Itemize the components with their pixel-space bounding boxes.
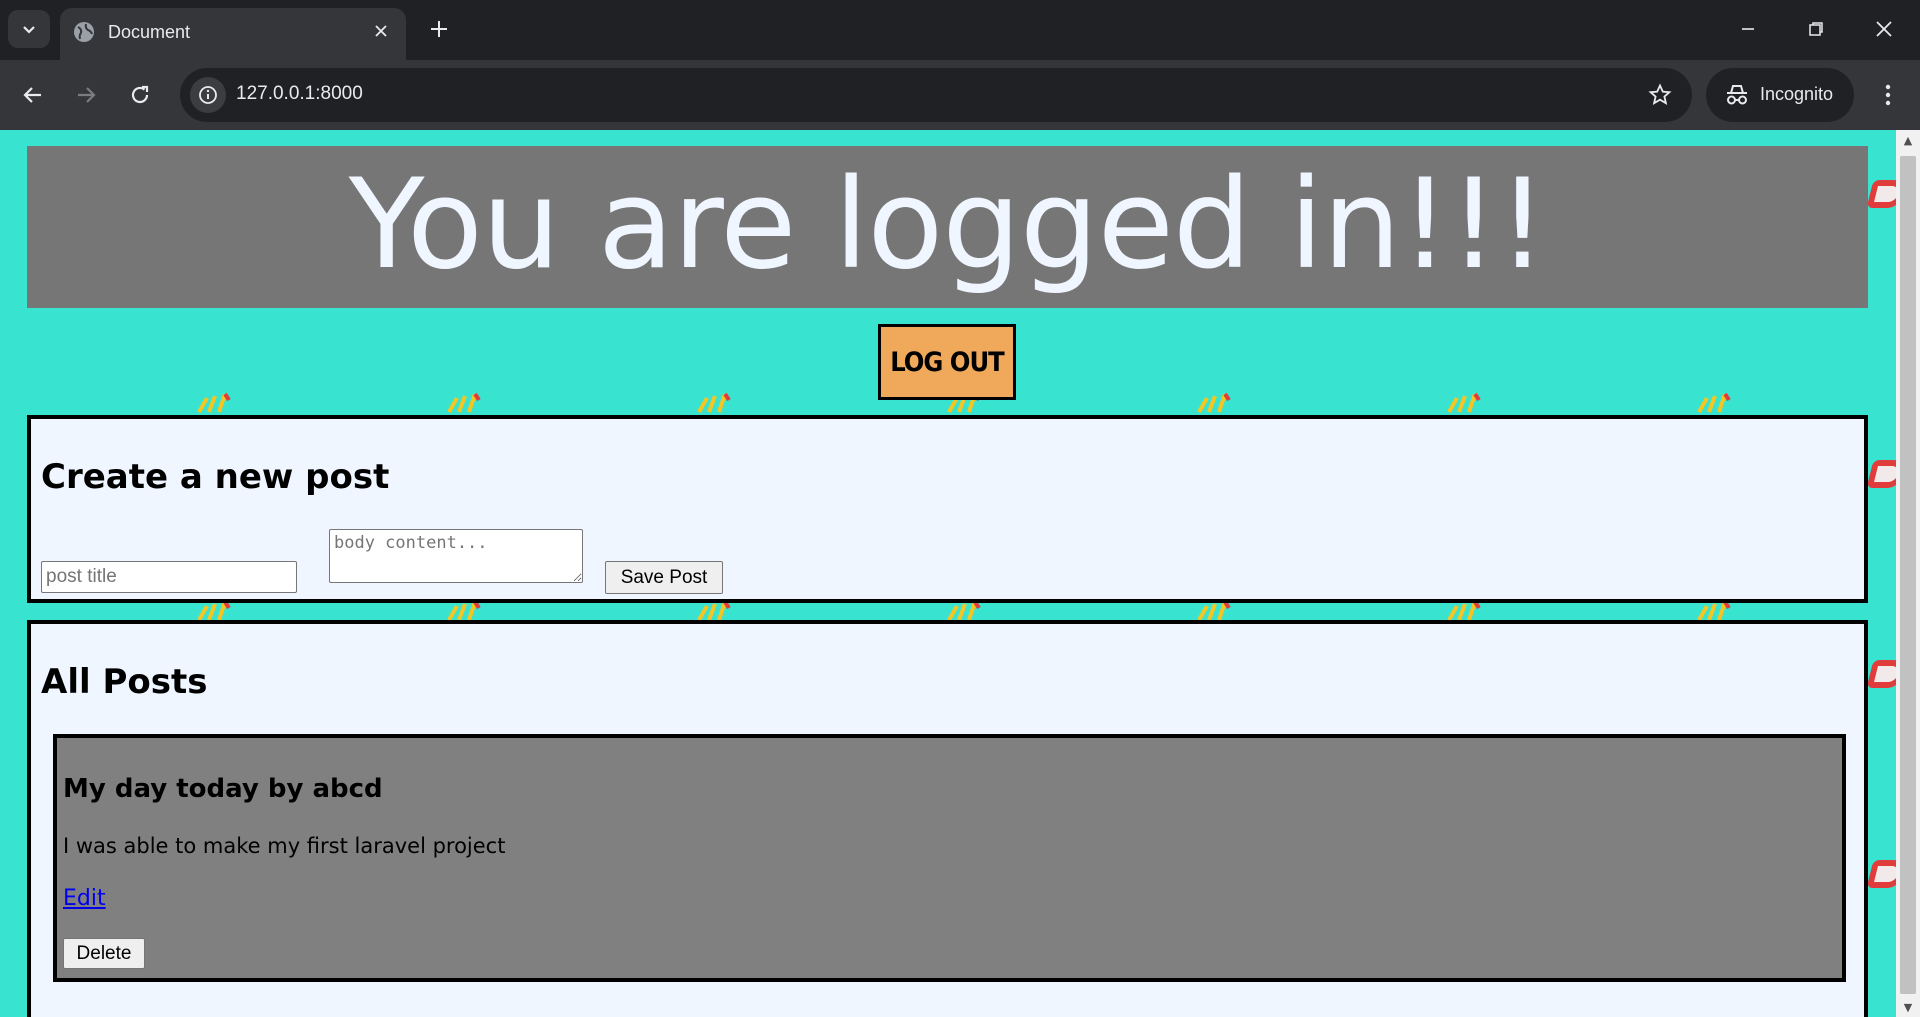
decor-sticker-yellow bbox=[697, 392, 731, 413]
decor-sticker-yellow bbox=[1197, 600, 1231, 621]
decor-sticker-red bbox=[1866, 660, 1896, 688]
decor-sticker-yellow bbox=[1697, 392, 1731, 413]
incognito-icon bbox=[1727, 85, 1747, 105]
incognito-label: Incognito bbox=[1760, 84, 1834, 104]
scroll-down-arrow-icon[interactable]: ▼ bbox=[1896, 997, 1920, 1017]
logged-in-banner: You are logged in!!! bbox=[27, 146, 1868, 308]
chevron-down-icon bbox=[23, 26, 35, 34]
bookmark-star-icon[interactable] bbox=[1646, 81, 1674, 109]
back-arrow-icon[interactable] bbox=[15, 77, 51, 113]
post-body-textarea[interactable] bbox=[329, 529, 583, 583]
decor-sticker-yellow bbox=[1447, 600, 1481, 621]
forward-arrow-icon[interactable] bbox=[68, 77, 104, 113]
decor-sticker-yellow bbox=[447, 600, 481, 621]
decor-sticker-yellow bbox=[697, 600, 731, 621]
more-menu-icon[interactable] bbox=[1870, 77, 1906, 113]
scroll-up-arrow-icon[interactable]: ▲ bbox=[1896, 130, 1920, 150]
decor-sticker-yellow bbox=[447, 392, 481, 413]
decor-sticker-yellow bbox=[1447, 392, 1481, 413]
post-title: My day today by abcd bbox=[63, 774, 383, 804]
save-post-button[interactable]: Save Post bbox=[605, 561, 723, 594]
url-text: 127.0.0.1:8000 bbox=[236, 83, 363, 104]
post-body: I was able to make my first laravel proj… bbox=[63, 834, 506, 858]
scroll-thumb[interactable] bbox=[1900, 156, 1916, 994]
tab-title: Document bbox=[108, 22, 191, 42]
tab-search-button[interactable] bbox=[8, 10, 50, 48]
decor-sticker-red bbox=[1866, 860, 1896, 888]
incognito-indicator[interactable]: Incognito bbox=[1706, 68, 1854, 122]
decor-sticker-yellow bbox=[1697, 600, 1731, 621]
decor-sticker-red bbox=[1866, 460, 1896, 488]
page-viewport: You are logged in!!! LOG OUT Create a ne… bbox=[0, 130, 1896, 1017]
delete-post-button[interactable]: Delete bbox=[63, 938, 145, 969]
restore-icon[interactable] bbox=[1799, 12, 1833, 46]
tab-close-icon[interactable] bbox=[370, 20, 392, 42]
new-tab-plus-icon[interactable] bbox=[424, 14, 454, 44]
all-posts-heading: All Posts bbox=[41, 662, 208, 702]
post-title-input[interactable] bbox=[41, 561, 297, 593]
globe-icon bbox=[74, 22, 94, 42]
decor-sticker-yellow bbox=[197, 392, 231, 413]
vertical-scrollbar[interactable]: ▲ ▼ bbox=[1896, 130, 1920, 1017]
reload-icon[interactable] bbox=[122, 77, 158, 113]
decor-sticker-yellow bbox=[197, 600, 231, 621]
site-info-icon[interactable] bbox=[190, 77, 226, 113]
browser-toolbar: 127.0.0.1:8000 Incognito bbox=[0, 60, 1920, 130]
close-window-icon[interactable] bbox=[1867, 12, 1901, 46]
create-post-heading: Create a new post bbox=[41, 457, 390, 497]
decor-sticker-yellow bbox=[1197, 392, 1231, 413]
decor-sticker-yellow bbox=[947, 600, 981, 621]
address-bar[interactable]: 127.0.0.1:8000 bbox=[180, 68, 1692, 122]
logout-button[interactable]: LOG OUT bbox=[878, 324, 1016, 400]
all-posts-panel: All Posts My day today by abcd I was abl… bbox=[27, 620, 1868, 1017]
edit-post-link[interactable]: Edit bbox=[63, 886, 106, 911]
tab-strip: Document bbox=[0, 0, 1920, 60]
decor-sticker-red bbox=[1866, 180, 1896, 208]
minimize-icon[interactable] bbox=[1731, 12, 1765, 46]
create-post-panel: Create a new post Save Post bbox=[27, 415, 1868, 603]
post-card: My day today by abcd I was able to make … bbox=[53, 734, 1846, 982]
browser-tab[interactable]: Document bbox=[60, 8, 406, 60]
banner-title: You are logged in!!! bbox=[348, 153, 1547, 297]
